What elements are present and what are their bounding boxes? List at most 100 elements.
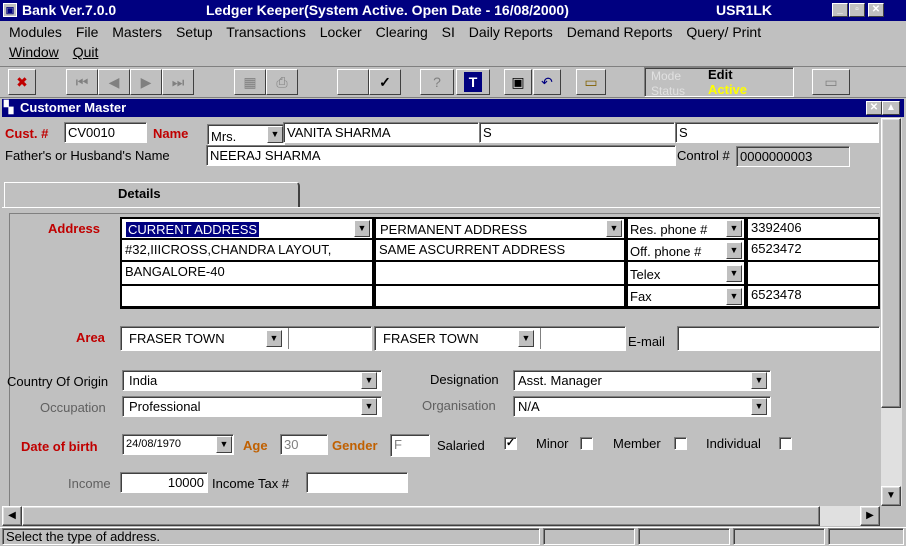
menu-clearing[interactable]: Clearing	[376, 24, 428, 40]
undo-icon[interactable]: ↶	[533, 69, 561, 95]
menu-query-print[interactable]: Query/ Print	[686, 24, 761, 40]
permanent-address-line[interactable]: SAME ASCURRENT ADDRESS	[376, 240, 626, 262]
chevron-down-icon[interactable]: ▼	[361, 372, 377, 389]
permanent-address-line[interactable]	[376, 262, 626, 286]
print-icon[interactable]: ⎙	[266, 69, 298, 95]
permanent-address-type[interactable]: PERMANENT ADDRESS	[376, 219, 626, 240]
member-checkbox[interactable]	[674, 437, 687, 450]
phone-number-field[interactable]: 3392406	[748, 219, 880, 240]
first-record-icon[interactable]: ⏮	[66, 69, 98, 95]
exit-icon[interactable]: ▭	[812, 69, 850, 95]
chevron-down-icon[interactable]: ▼	[726, 265, 742, 282]
chevron-down-icon[interactable]: ▼	[606, 220, 622, 237]
organisation-select[interactable]: N/A	[513, 396, 771, 417]
chevron-down-icon[interactable]: ▼	[361, 398, 377, 415]
cust-number-field[interactable]: CV0010	[64, 122, 147, 143]
status-panel	[638, 528, 730, 545]
blank-button[interactable]	[337, 69, 369, 95]
horizontal-scroll-thumb[interactable]	[22, 506, 820, 526]
cust-number-label: Cust. #	[5, 126, 49, 141]
phone-number-field[interactable]	[748, 262, 880, 286]
menu-file[interactable]: File	[76, 24, 99, 40]
current-area-field[interactable]: FRASER TOWN	[120, 326, 372, 351]
chevron-down-icon[interactable]: ▼	[354, 220, 370, 237]
email-field[interactable]	[677, 326, 880, 351]
country-select[interactable]: India	[122, 370, 382, 391]
income-field[interactable]: 10000	[120, 472, 208, 493]
chevron-down-icon[interactable]: ▼	[726, 220, 742, 237]
gender-field[interactable]: F	[390, 434, 430, 457]
info-icon[interactable]: T	[456, 69, 490, 95]
permanent-address-line[interactable]	[376, 286, 626, 308]
find-icon[interactable]: ▦	[234, 69, 266, 95]
menu-window[interactable]: Window	[9, 44, 59, 60]
designation-select[interactable]: Asst. Manager	[513, 370, 771, 391]
menu-daily-reports[interactable]: Daily Reports	[469, 24, 553, 40]
chevron-down-icon[interactable]: ▼	[726, 242, 742, 259]
designation-label: Designation	[430, 372, 499, 387]
menu-quit[interactable]: Quit	[73, 44, 99, 60]
income-label: Income	[68, 476, 111, 491]
income-tax-field[interactable]	[306, 472, 408, 493]
current-address-type[interactable]: CURRENT ADDRESS	[122, 219, 374, 240]
individual-checkbox[interactable]	[779, 437, 792, 450]
control-number-field: 0000000003	[736, 146, 850, 167]
member-label: Member	[613, 436, 661, 451]
scroll-right-icon[interactable]: ▶	[860, 506, 880, 526]
scroll-left-icon[interactable]: ◀	[2, 506, 22, 526]
prev-record-icon[interactable]: ◀	[98, 69, 130, 95]
chevron-down-icon[interactable]: ▼	[267, 126, 283, 143]
chevron-down-icon[interactable]: ▼	[266, 330, 282, 347]
menu-locker[interactable]: Locker	[320, 24, 362, 40]
maximize-icon[interactable]: ▫	[849, 3, 865, 17]
current-address-line[interactable]	[122, 286, 374, 308]
scroll-up-icon[interactable]: ▲	[882, 101, 900, 115]
income-tax-label: Income Tax #	[212, 476, 290, 491]
occupation-label: Occupation	[40, 400, 106, 415]
minor-checkbox[interactable]	[580, 437, 593, 450]
menu-si[interactable]: SI	[442, 24, 455, 40]
accept-icon[interactable]: ✓	[369, 69, 401, 95]
child-title: Customer Master	[20, 100, 127, 115]
area-label: Area	[76, 330, 105, 345]
mode-value: Edit	[708, 67, 733, 82]
chevron-down-icon[interactable]: ▼	[518, 330, 534, 347]
cancel-record-icon[interactable]: ✖	[8, 69, 36, 95]
open-folder-icon[interactable]: ▭	[576, 69, 606, 95]
menu-transactions[interactable]: Transactions	[226, 24, 306, 40]
app-icon[interactable]: ▣	[3, 3, 17, 17]
chevron-down-icon[interactable]: ▼	[726, 288, 742, 305]
vertical-scroll-thumb[interactable]	[881, 118, 901, 408]
phone-number-field[interactable]: 6523472	[748, 240, 880, 262]
father-name-field[interactable]: NEERAJ SHARMA	[206, 145, 676, 166]
next-record-icon[interactable]: ▶	[130, 69, 162, 95]
status-value: Active	[708, 82, 748, 97]
current-address-line[interactable]: #32,IIICROSS,CHANDRA LAYOUT,	[122, 240, 374, 262]
minimize-icon[interactable]: _	[832, 3, 848, 17]
middle-name-field[interactable]: S	[479, 122, 675, 143]
status-message: Select the type of address.	[6, 529, 160, 544]
country-label: Country Of Origin	[7, 374, 109, 389]
help-icon[interactable]: ?	[420, 69, 454, 95]
last-name-field[interactable]: S	[675, 122, 879, 143]
phone-number-field[interactable]: 6523478	[748, 286, 880, 308]
chevron-down-icon[interactable]: ▼	[751, 398, 767, 415]
first-name-field[interactable]: VANITA SHARMA	[283, 122, 479, 143]
menu-modules[interactable]: Modules	[9, 24, 62, 40]
current-address-line[interactable]: BANGALORE-40	[122, 262, 374, 286]
occupation-select[interactable]: Professional	[122, 396, 382, 417]
chevron-down-icon[interactable]: ▼	[751, 372, 767, 389]
menu-demand-reports[interactable]: Demand Reports	[567, 24, 673, 40]
scroll-down-icon[interactable]: ▼	[881, 486, 901, 506]
menu-masters[interactable]: Masters	[112, 24, 162, 40]
child-window-icon: ▚	[4, 100, 14, 114]
save-icon[interactable]: ▣	[504, 69, 532, 95]
close-icon[interactable]: ✕	[868, 3, 884, 17]
salaried-checkbox[interactable]: ✓	[504, 437, 517, 450]
menu-setup[interactable]: Setup	[176, 24, 213, 40]
permanent-area-field[interactable]: FRASER TOWN	[374, 326, 626, 351]
chevron-down-icon[interactable]: ▼	[216, 436, 232, 453]
status-panel	[733, 528, 825, 545]
child-close-icon[interactable]: ✕	[866, 101, 882, 115]
last-record-icon[interactable]: ⏭	[162, 69, 194, 95]
